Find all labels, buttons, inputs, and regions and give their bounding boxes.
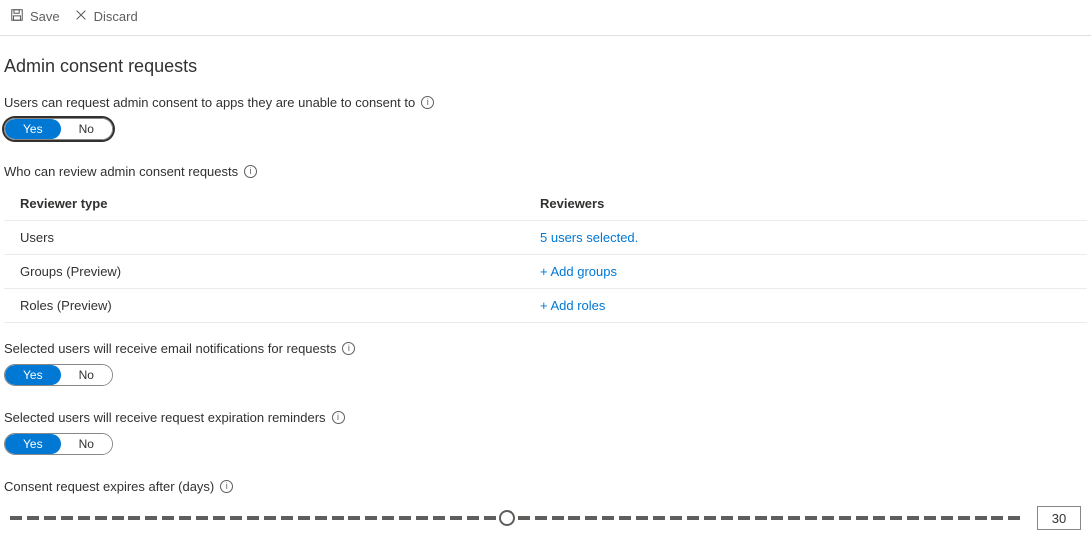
toggle-users-can-request[interactable]: Yes No <box>4 118 113 140</box>
toggle-no[interactable]: No <box>61 434 112 454</box>
close-icon <box>74 8 88 25</box>
field-who-can-review: Who can review admin consent requests i … <box>4 164 1087 323</box>
save-icon <box>10 8 24 25</box>
toggle-yes[interactable]: Yes <box>5 434 61 454</box>
section-title: Admin consent requests <box>4 56 1087 77</box>
discard-label: Discard <box>94 9 138 24</box>
toggle-email-notifications[interactable]: Yes No <box>4 364 113 386</box>
content: Admin consent requests Users can request… <box>0 36 1091 548</box>
info-icon[interactable]: i <box>421 96 434 109</box>
field-label: Selected users will receive email notifi… <box>4 341 336 356</box>
toggle-yes[interactable]: Yes <box>5 119 61 139</box>
toggle-expiration-reminders[interactable]: Yes No <box>4 433 113 455</box>
field-expiration-reminders: Selected users will receive request expi… <box>4 410 1087 471</box>
reviewers-table: Reviewer type Reviewers Users 5 users se… <box>4 187 1087 323</box>
cell-reviewer-type: Roles (Preview) <box>20 298 540 313</box>
reviewers-link-users[interactable]: 5 users selected. <box>540 230 1071 245</box>
save-button[interactable]: Save <box>10 8 60 25</box>
info-icon[interactable]: i <box>342 342 355 355</box>
slider-expires-days[interactable] <box>10 509 1021 527</box>
header-reviewer-type: Reviewer type <box>20 196 540 211</box>
header-reviewers: Reviewers <box>540 196 1071 211</box>
field-label: Selected users will receive request expi… <box>4 410 326 425</box>
info-icon[interactable]: i <box>332 411 345 424</box>
toggle-no[interactable]: No <box>61 119 112 139</box>
table-header: Reviewer type Reviewers <box>4 187 1087 221</box>
slider-ticks <box>10 516 1021 520</box>
slider-value[interactable]: 30 <box>1037 506 1081 530</box>
field-users-can-request: Users can request admin consent to apps … <box>4 95 1087 156</box>
field-email-notifications: Selected users will receive email notifi… <box>4 341 1087 402</box>
reviewers-link-add-roles[interactable]: + Add roles <box>540 298 1071 313</box>
info-icon[interactable]: i <box>220 480 233 493</box>
toolbar: Save Discard <box>0 0 1091 36</box>
info-icon[interactable]: i <box>244 165 257 178</box>
table-row: Groups (Preview) + Add groups <box>4 255 1087 289</box>
cell-reviewer-type: Users <box>20 230 540 245</box>
save-label: Save <box>30 9 60 24</box>
field-label: Who can review admin consent requests <box>4 164 238 179</box>
reviewers-link-add-groups[interactable]: + Add groups <box>540 264 1071 279</box>
discard-button[interactable]: Discard <box>74 8 138 25</box>
field-label: Consent request expires after (days) <box>4 479 214 494</box>
slider-thumb[interactable] <box>499 510 515 526</box>
field-expires-after: Consent request expires after (days) i 3… <box>4 479 1087 530</box>
cell-reviewer-type: Groups (Preview) <box>20 264 540 279</box>
table-row: Users 5 users selected. <box>4 221 1087 255</box>
table-row: Roles (Preview) + Add roles <box>4 289 1087 323</box>
toggle-yes[interactable]: Yes <box>5 365 61 385</box>
field-label: Users can request admin consent to apps … <box>4 95 415 110</box>
toggle-no[interactable]: No <box>61 365 112 385</box>
